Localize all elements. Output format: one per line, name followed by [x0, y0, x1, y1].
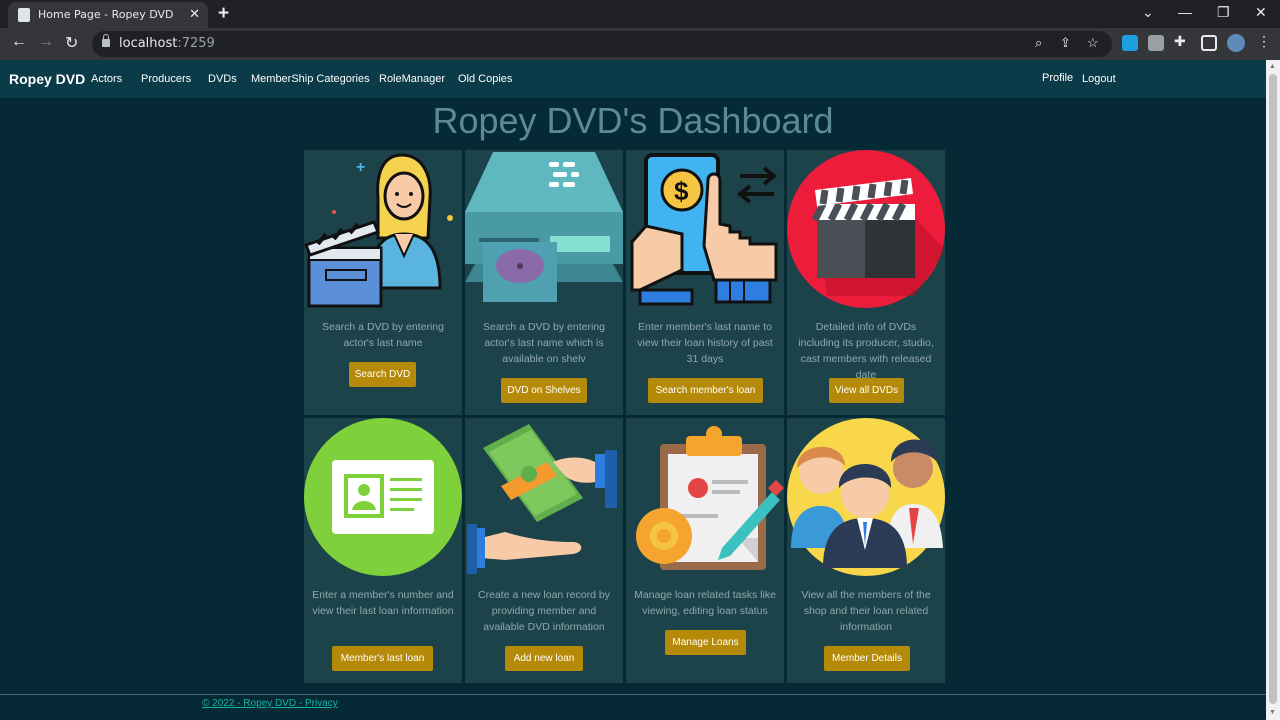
- member-details-button[interactable]: Member Details: [824, 646, 910, 671]
- zoom-icon[interactable]: ⌕: [1035, 35, 1042, 51]
- page-title: Ropey DVD's Dashboard: [432, 100, 834, 141]
- menu-kebab-icon[interactable]: ⋮: [1257, 33, 1271, 50]
- card-search-dvd: + Search a DVD by entering actor's last …: [304, 150, 462, 415]
- scrollbar-thumb[interactable]: [1269, 74, 1277, 704]
- search-dvd-button[interactable]: Search DVD: [349, 362, 416, 387]
- card-description: View all the members of the shop and the…: [801, 589, 931, 633]
- site-navbar: Ropey DVD Actors Producers DVDs MemberSh…: [0, 60, 1266, 98]
- card-description: Search a DVD by entering actor's last na…: [483, 321, 605, 365]
- side-panel-icon[interactable]: [1201, 35, 1217, 51]
- browser-tab[interactable]: Home Page - Ropey DVD ✕: [8, 2, 208, 28]
- team-members-icon: [787, 418, 945, 576]
- card-description: Search a DVD by entering actor's last na…: [322, 321, 444, 349]
- card-add-new-loan: Create a new loan record by providing me…: [465, 418, 623, 683]
- nav-link-producers[interactable]: Producers: [141, 73, 191, 85]
- card-manage-loans: Manage loan related tasks like viewing, …: [626, 418, 784, 683]
- nav-link-dvds[interactable]: DVDs: [208, 73, 237, 85]
- url-text: localhost:7259: [119, 36, 215, 51]
- card-member-details: View all the members of the shop and the…: [787, 418, 945, 683]
- address-bar[interactable]: localhost:7259 ⌕ ⇪ ☆: [92, 31, 1112, 57]
- forward-icon[interactable]: →: [38, 33, 54, 51]
- minimize-icon[interactable]: —: [1178, 4, 1192, 20]
- svg-text:$: $: [674, 176, 689, 206]
- share-icon[interactable]: ⇪: [1060, 35, 1071, 51]
- card-description: Enter member's last name to view their l…: [637, 321, 773, 365]
- search-members-loan-button[interactable]: Search member's loan: [648, 378, 763, 403]
- reload-icon[interactable]: ↻: [65, 33, 78, 53]
- tab-title: Home Page - Ropey DVD: [38, 8, 174, 21]
- footer-divider: [0, 694, 1266, 695]
- nav-link-logout[interactable]: Logout: [1082, 73, 1116, 85]
- extensions-puzzle-icon[interactable]: ✚: [1174, 33, 1190, 49]
- members-last-loan-button[interactable]: Member's last loan: [332, 646, 433, 671]
- nav-link-actors[interactable]: Actors: [91, 73, 122, 85]
- browser-toolbar: ← → ↻ localhost:7259 ⌕ ⇪ ☆ ✚ ⋮: [0, 28, 1280, 60]
- scroll-up-icon[interactable]: ▲: [1269, 63, 1276, 70]
- nav-link-old-copies[interactable]: Old Copies: [458, 73, 512, 85]
- lock-icon: [102, 34, 110, 47]
- extension-camera-icon[interactable]: [1148, 35, 1164, 51]
- card-members-last-loan: Enter a member's number and view their l…: [304, 418, 462, 683]
- actress-clapperboard-icon: +: [304, 153, 453, 308]
- profile-avatar-icon[interactable]: [1227, 34, 1245, 52]
- nav-link-membership-categories[interactable]: MemberShip Categories: [251, 73, 370, 85]
- close-window-icon[interactable]: ✕: [1255, 4, 1267, 21]
- close-tab-icon[interactable]: ✕: [189, 6, 200, 22]
- new-tab-icon[interactable]: +: [218, 3, 229, 25]
- card-description: Detailed info of DVDs including its prod…: [798, 321, 934, 381]
- clapperboard-icon: [787, 150, 945, 308]
- card-view-all-dvds: Detailed info of DVDs including its prod…: [787, 150, 945, 415]
- dvd-player-icon: [465, 152, 623, 302]
- id-card-icon: [304, 418, 462, 576]
- bookmark-star-icon[interactable]: ☆: [1087, 35, 1099, 51]
- add-new-loan-button[interactable]: Add new loan: [505, 646, 583, 671]
- browser-tabbar: Home Page - Ropey DVD ✕ + ⌄ — ❐ ✕: [0, 0, 1280, 28]
- svg-text:+: +: [356, 159, 365, 176]
- card-description: Create a new loan record by providing me…: [478, 589, 610, 633]
- page-favicon-icon: [18, 8, 30, 22]
- card-search-members-loan: $ Enter member's last name to view their…: [626, 150, 784, 415]
- card-description: Manage loan related tasks like viewing, …: [634, 589, 776, 617]
- view-all-dvds-button[interactable]: View all DVDs: [829, 378, 904, 403]
- page-scrollbar[interactable]: ▲ ▼: [1266, 60, 1280, 720]
- restore-icon[interactable]: ❐: [1217, 4, 1230, 21]
- mobile-payment-icon: $: [630, 153, 778, 306]
- footer-privacy-link[interactable]: © 2022 - Ropey DVD - Privacy: [202, 698, 338, 709]
- nav-link-role-manager[interactable]: RoleManager: [379, 73, 445, 85]
- scroll-down-icon[interactable]: ▼: [1269, 709, 1276, 716]
- money-hand-icon: [467, 424, 617, 574]
- card-description: Enter a member's number and view their l…: [312, 589, 454, 617]
- manage-loans-button[interactable]: Manage Loans: [665, 630, 746, 655]
- back-icon[interactable]: ←: [11, 33, 27, 51]
- dvd-on-shelves-button[interactable]: DVD on Shelves: [501, 378, 587, 403]
- brand-link[interactable]: Ropey DVD: [9, 71, 85, 87]
- card-dvd-on-shelves: Search a DVD by entering actor's last na…: [465, 150, 623, 415]
- nav-link-profile[interactable]: Profile: [1042, 72, 1073, 84]
- tab-search-icon[interactable]: ⌄: [1142, 4, 1154, 21]
- extension-translate-icon[interactable]: [1122, 35, 1138, 51]
- page-content: Ropey DVD Actors Producers DVDs MemberSh…: [0, 60, 1266, 720]
- clipboard-gear-icon: [636, 426, 784, 570]
